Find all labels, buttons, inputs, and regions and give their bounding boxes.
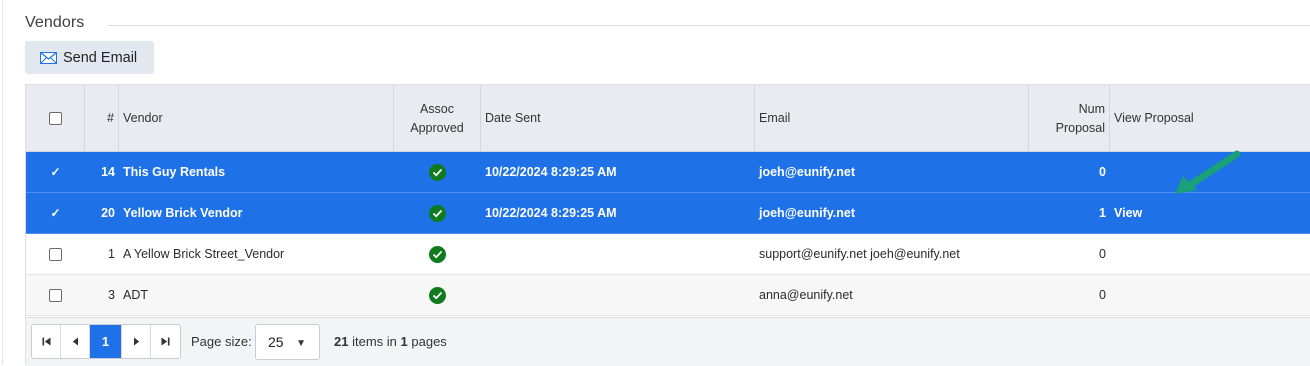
cell-date-sent [481, 234, 755, 274]
check-icon: ✓ [50, 206, 61, 220]
total-items: 21 [334, 334, 349, 349]
cell-email: joeh@eunify.net [759, 206, 855, 220]
pages-text: pages [411, 334, 447, 349]
row-checkbox[interactable] [49, 247, 62, 261]
row-checkbox-checked[interactable]: ✓ [26, 152, 85, 192]
vendors-grid: # Vendor Assoc Approved Date Sent Email … [25, 84, 1310, 366]
table-row[interactable]: 1 A Yellow Brick Street_Vendor support@e… [26, 234, 1310, 275]
cell-email: joeh@eunify.net [759, 165, 855, 179]
prev-page-button[interactable] [61, 325, 90, 358]
cell-num: 3 [108, 288, 115, 302]
total-pages: 1 [400, 334, 408, 349]
header-assoc-line1: Assoc [419, 101, 455, 116]
select-all-checkbox[interactable] [48, 112, 62, 125]
section-header: Vendors [25, 12, 1310, 40]
page-button-current[interactable]: 1 [90, 325, 122, 358]
cell-date-sent: 10/22/2024 8:29:25 AM [485, 206, 617, 220]
pager: 1 Page size: 25 ▼ 21 items in 1 pages [26, 317, 1310, 366]
cell-num-proposal: 0 [1099, 247, 1106, 261]
header-num-proposal-line1: Num [1078, 101, 1105, 116]
chevron-down-icon: ▼ [296, 338, 306, 349]
send-email-button[interactable]: Send Email [25, 41, 154, 74]
grid-header: # Vendor Assoc Approved Date Sent Email … [26, 85, 1310, 152]
row-checkbox-checked[interactable]: ✓ [26, 193, 85, 233]
row-checkbox-cell[interactable] [26, 234, 85, 274]
view-proposal-link[interactable]: View [1114, 206, 1142, 220]
table-row[interactable]: ✓ 14 This Guy Rentals 10/22/2024 8:29:25… [26, 152, 1310, 193]
cell-email: anna@eunify.net [759, 288, 853, 302]
pager-info: 21 items in 1 pages [334, 334, 447, 349]
cell-view-proposal [1110, 234, 1310, 274]
cell-view-proposal [1110, 152, 1310, 192]
approved-check-icon [429, 245, 446, 263]
cell-date-sent: 10/22/2024 8:29:25 AM [485, 165, 617, 179]
envelope-icon [40, 51, 57, 64]
last-page-icon [161, 337, 170, 346]
cell-assoc-approved [394, 193, 481, 233]
approved-check-icon [429, 163, 446, 181]
cell-num: 1 [108, 247, 115, 261]
cell-view-proposal: View [1110, 193, 1310, 233]
cell-assoc-approved [394, 234, 481, 274]
cell-num-proposal: 1 [1099, 206, 1106, 220]
prev-page-icon [72, 337, 78, 346]
table-row[interactable]: ✓ 20 Yellow Brick Vendor 10/22/2024 8:29… [26, 193, 1310, 234]
first-page-icon [42, 337, 50, 346]
cell-num-proposal: 0 [1099, 165, 1106, 179]
send-email-label: Send Email [63, 49, 138, 66]
cell-view-proposal [1110, 275, 1310, 315]
first-page-button[interactable] [32, 325, 61, 358]
approved-check-icon [429, 286, 446, 304]
header-assoc-line2: Approved [410, 120, 464, 135]
cell-assoc-approved [394, 152, 481, 192]
cell-num: 20 [101, 206, 115, 220]
header-email[interactable]: Email [755, 85, 1029, 152]
header-num[interactable]: # [85, 85, 119, 152]
header-vendor[interactable]: Vendor [119, 85, 394, 152]
header-select-all[interactable] [26, 85, 85, 152]
check-icon: ✓ [50, 165, 61, 179]
header-num-proposal-line2: Proposal [1055, 120, 1105, 135]
header-num-proposal[interactable]: Num Proposal [1029, 85, 1110, 152]
page-size-value: 25 [268, 334, 284, 350]
header-date-sent[interactable]: Date Sent [481, 85, 755, 152]
cell-vendor: This Guy Rentals [123, 165, 226, 179]
header-view-proposal[interactable]: View Proposal [1110, 85, 1310, 152]
header-assoc-approved[interactable]: Assoc Approved [394, 85, 481, 152]
row-checkbox[interactable] [49, 288, 62, 302]
table-row[interactable]: 3 ADT anna@eunify.net 0 [26, 275, 1310, 316]
section-divider [107, 25, 1310, 26]
left-border [2, 0, 3, 365]
row-checkbox-cell[interactable] [26, 275, 85, 315]
page-size-select[interactable]: 25 ▼ [255, 324, 320, 360]
approved-check-icon [429, 204, 446, 222]
cell-email: support@eunify.net joeh@eunify.net [759, 247, 960, 261]
cell-num: 14 [101, 165, 115, 179]
page-size-label: Page size: [191, 334, 252, 349]
cell-vendor: ADT [123, 288, 148, 302]
cell-assoc-approved [394, 275, 481, 315]
items-in-text: items in [352, 334, 397, 349]
next-page-button[interactable] [122, 325, 151, 358]
next-page-icon [133, 337, 139, 346]
cell-num-proposal: 0 [1099, 288, 1106, 302]
pager-buttons: 1 [31, 324, 181, 359]
section-title: Vendors [25, 14, 85, 31]
cell-vendor: Yellow Brick Vendor [123, 206, 243, 220]
cell-date-sent [481, 275, 755, 315]
last-page-button[interactable] [151, 325, 180, 358]
cell-vendor: A Yellow Brick Street_Vendor [123, 247, 285, 261]
